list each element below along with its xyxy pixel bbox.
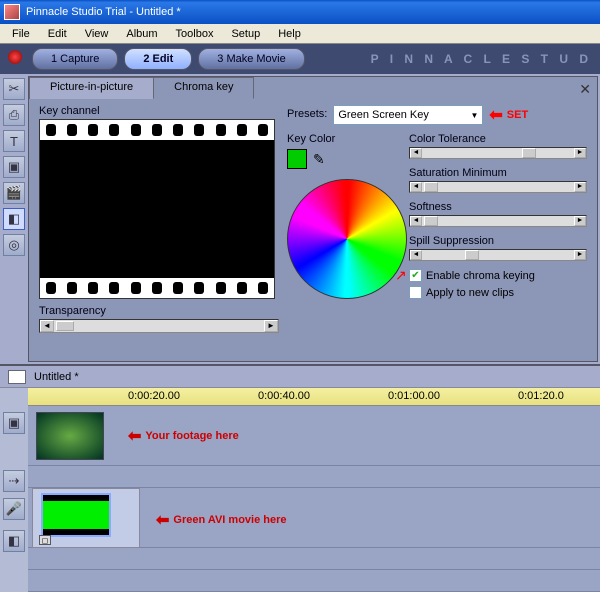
tab-capture[interactable]: 1 Capture bbox=[32, 48, 118, 70]
track-overlay-icon[interactable]: ◧ bbox=[3, 530, 25, 552]
video-track[interactable]: ⬅ Your footage here bbox=[28, 406, 600, 466]
slider-thumb[interactable] bbox=[56, 321, 74, 331]
tool-text-icon[interactable]: T bbox=[3, 130, 25, 152]
eyedropper-icon[interactable]: ✎ bbox=[313, 151, 325, 168]
key-color-label: Key Color bbox=[287, 133, 397, 145]
filmstrip-preview bbox=[39, 119, 275, 299]
color-tolerance-slider[interactable]: ◄► bbox=[409, 147, 587, 159]
arrow-left-icon[interactable]: ◄ bbox=[40, 320, 54, 332]
video-clip[interactable] bbox=[36, 412, 104, 460]
ruler-mark: 0:00:20.00 bbox=[128, 390, 180, 402]
ruler-mark: 0:00:40.00 bbox=[258, 390, 310, 402]
tool-disc-icon[interactable]: ◎ bbox=[3, 234, 25, 256]
titlebar: Pinnacle Studio Trial - Untitled * bbox=[0, 0, 600, 24]
track-lock-icon[interactable]: ⇢ bbox=[3, 470, 25, 492]
transparency-label: Transparency bbox=[39, 305, 279, 317]
arrow-left-red-icon: ⬅ bbox=[489, 105, 502, 125]
overlay-track[interactable]: ◻ ⬅ Green AVI movie here bbox=[28, 488, 600, 548]
brand-text: P I N N A C L E S T U D bbox=[371, 52, 592, 66]
menu-album[interactable]: Album bbox=[118, 26, 165, 42]
arrow-left-red-icon: ⬅ bbox=[128, 426, 141, 446]
clip-link-icon[interactable]: ◻ bbox=[39, 535, 51, 545]
spill-suppression-slider[interactable]: ◄► bbox=[409, 249, 587, 261]
annotation-set: ⬅ SET bbox=[489, 105, 528, 125]
annotation-green-avi: ⬅ Green AVI movie here bbox=[156, 510, 287, 530]
tool-camcorder-icon[interactable]: ▣ bbox=[3, 156, 25, 178]
left-toolbar: ✂ ⎙ T ▣ 🎬 ◧ ◎ bbox=[0, 74, 28, 364]
ruler-mark: 0:01:20.0 bbox=[518, 390, 564, 402]
chevron-down-icon: ▼ bbox=[470, 111, 478, 120]
saturation-min-slider[interactable]: ◄► bbox=[409, 181, 587, 193]
key-channel-label: Key channel bbox=[39, 105, 279, 117]
key-color-swatch[interactable] bbox=[287, 149, 307, 169]
softness-label: Softness bbox=[409, 201, 587, 213]
overlay-clip-wrap[interactable]: ◻ bbox=[32, 488, 140, 548]
menu-file[interactable]: File bbox=[4, 26, 38, 42]
color-tolerance-label: Color Tolerance bbox=[409, 133, 587, 145]
menu-view[interactable]: View bbox=[77, 26, 117, 42]
menu-setup[interactable]: Setup bbox=[223, 26, 268, 42]
tab-make-movie[interactable]: 3 Make Movie bbox=[198, 48, 304, 70]
app-icon bbox=[4, 4, 20, 20]
annotation-footage: ⬅ Your footage here bbox=[128, 426, 239, 446]
enable-chroma-checkbox[interactable]: ✔ bbox=[409, 269, 422, 282]
arrow-red-icon: ↗ bbox=[395, 267, 407, 284]
time-ruler[interactable]: 0:00:20.00 0:00:40.00 0:01:00.00 0:01:20… bbox=[28, 388, 600, 406]
tool-clapper-icon[interactable]: 🎬 bbox=[3, 182, 25, 204]
timeline-title: Untitled * bbox=[34, 371, 79, 383]
overlay-audio-track[interactable] bbox=[28, 548, 600, 570]
title-track[interactable] bbox=[28, 570, 600, 592]
timeline-view-icon[interactable] bbox=[8, 370, 26, 384]
tool-pip-icon[interactable]: ◧ bbox=[3, 208, 25, 230]
enable-chroma-label: Enable chroma keying bbox=[426, 270, 535, 282]
overlay-clip[interactable] bbox=[41, 493, 111, 537]
menu-help[interactable]: Help bbox=[270, 26, 309, 42]
arrow-right-icon[interactable]: ► bbox=[264, 320, 278, 332]
softness-slider[interactable]: ◄► bbox=[409, 215, 587, 227]
apply-new-clips-checkbox[interactable] bbox=[409, 286, 422, 299]
tab-pip[interactable]: Picture-in-picture bbox=[29, 77, 154, 99]
tool-cut-icon[interactable]: ✂ bbox=[3, 78, 25, 100]
presets-label: Presets: bbox=[287, 108, 327, 120]
ruler-mark: 0:01:00.00 bbox=[388, 390, 440, 402]
nav-tab-strip: 1 Capture 2 Edit 3 Make Movie P I N N A … bbox=[0, 44, 600, 74]
presets-dropdown[interactable]: Green Screen Key ▼ bbox=[333, 105, 483, 125]
chroma-key-panel: Picture-in-picture Chroma key ✕ Key chan… bbox=[28, 76, 598, 362]
tab-chroma-key[interactable]: Chroma key bbox=[153, 77, 254, 99]
saturation-min-label: Saturation Minimum bbox=[409, 167, 587, 179]
track-toolbar: ▣ ⇢ 🎤 ◧ bbox=[0, 406, 28, 592]
menu-toolbox[interactable]: Toolbox bbox=[168, 26, 222, 42]
transparency-slider[interactable]: ◄ ► bbox=[39, 319, 279, 333]
record-pin-icon bbox=[8, 50, 22, 64]
track-mic-icon[interactable]: 🎤 bbox=[3, 498, 25, 520]
menu-edit[interactable]: Edit bbox=[40, 26, 75, 42]
close-icon[interactable]: ✕ bbox=[579, 81, 591, 98]
presets-value: Green Screen Key bbox=[338, 109, 429, 121]
apply-new-clips-label: Apply to new clips bbox=[426, 287, 514, 299]
timeline: Untitled * 0:00:20.00 0:00:40.00 0:01:00… bbox=[0, 364, 600, 592]
track-video-icon[interactable]: ▣ bbox=[3, 412, 25, 434]
window-title: Pinnacle Studio Trial - Untitled * bbox=[26, 6, 181, 18]
tool-camera-icon[interactable]: ⎙ bbox=[3, 104, 25, 126]
arrow-left-red-icon: ⬅ bbox=[156, 510, 169, 530]
spill-suppression-label: Spill Suppression bbox=[409, 235, 587, 247]
tab-edit[interactable]: 2 Edit bbox=[124, 48, 192, 70]
audio-track[interactable] bbox=[28, 466, 600, 488]
color-wheel[interactable] bbox=[287, 179, 407, 299]
menubar: File Edit View Album Toolbox Setup Help bbox=[0, 24, 600, 44]
